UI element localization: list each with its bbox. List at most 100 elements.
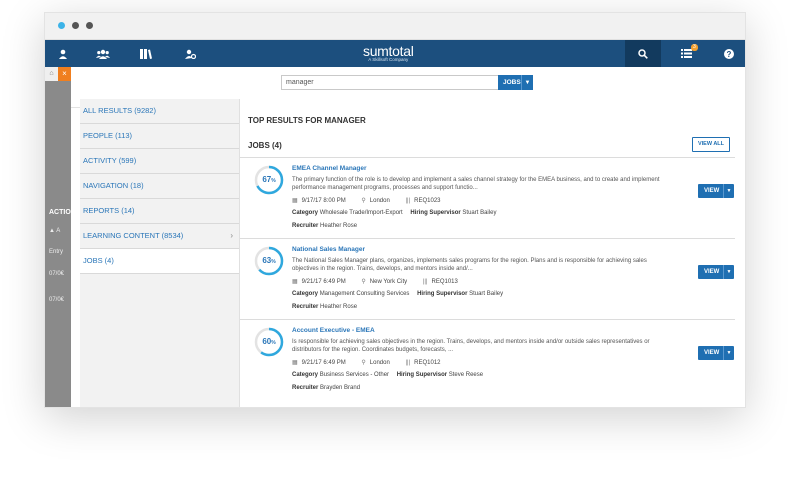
rail-text: ▲ A [49, 228, 61, 234]
rail-text: ACTIO [49, 209, 71, 216]
category-label: Category [292, 291, 319, 297]
calendar-icon: ▦ [292, 198, 298, 204]
caret-down-icon[interactable]: ▼ [723, 346, 734, 360]
window-dot-1[interactable] [58, 22, 65, 29]
job-supervisor: Stuart Bailey [462, 210, 497, 216]
job-location: London [369, 360, 390, 366]
view-button[interactable]: VIEW ▼ [698, 184, 734, 198]
page-title: TOP RESULTS FOR MANAGER [248, 116, 366, 125]
sidebar-item-reports[interactable]: REPORTS (14) [80, 199, 239, 224]
job-location: New York City [369, 279, 408, 285]
view-button-label: VIEW [704, 350, 720, 356]
user-icon[interactable] [48, 40, 78, 67]
chevron-right-icon: › [230, 231, 233, 240]
sidebar-item-jobs[interactable]: JOBS (4) [80, 249, 239, 274]
percent-sign: % [271, 340, 276, 346]
sidebar-item-label: PEOPLE (113) [83, 131, 133, 140]
home-icon[interactable]: ⌂ [45, 67, 58, 81]
view-button-label: VIEW [704, 188, 720, 194]
job-title-link[interactable]: National Sales Manager [292, 246, 365, 253]
sidebar-item-all-results[interactable]: ALL RESULTS (9282) [80, 99, 239, 124]
window-dot-2[interactable] [72, 22, 79, 29]
job-title-link[interactable]: EMEA Channel Manager [292, 165, 367, 172]
match-percent: 63% [253, 245, 285, 277]
supervisor-label: Hiring Supervisor [417, 291, 468, 297]
search-input[interactable]: manager [281, 75, 501, 90]
job-category-line: Category Business Services - Other Hirin… [292, 372, 483, 378]
supervisor-label: Hiring Supervisor [410, 210, 461, 216]
window-dot-3[interactable] [86, 22, 93, 29]
notifications-badge: 3 [691, 44, 698, 51]
location-pin-icon: ⚲ [361, 360, 366, 366]
calendar-icon: ▦ [292, 279, 298, 285]
view-all-button[interactable]: VIEW ALL [692, 137, 730, 152]
logo-subtitle: A Skillsoft Company [368, 57, 409, 62]
left-rail: ⌂ × ACTIO ▲ A Entry 07/0€ 07/0€ [45, 67, 71, 407]
view-button[interactable]: VIEW ▼ [698, 265, 734, 279]
match-ring: 63% [253, 245, 285, 277]
match-percent: 60% [253, 326, 285, 358]
sidebar-item-label: ACTIVITY (599) [83, 156, 137, 165]
job-date: 9/17/17 8:00 PM [301, 198, 346, 204]
calendar-icon: ▦ [292, 360, 298, 366]
sidebar-item-learning-content[interactable]: LEARNING CONTENT (8534) › [80, 224, 239, 249]
top-navbar: sumtotal A Skillsoft Company 3 ? [45, 40, 745, 67]
close-icon[interactable]: × [58, 67, 71, 81]
job-meta: ▦ 9/17/17 8:00 PM ⚲ London ||| REQ1023 [292, 197, 445, 204]
sidebar-item-activity[interactable]: ACTIVITY (599) [80, 149, 239, 174]
caret-down-icon[interactable]: ▼ [521, 75, 533, 90]
job-location: London [369, 198, 390, 204]
job-category: Wholesale Trade/Import-Export [319, 210, 403, 216]
books-icon[interactable] [131, 40, 161, 67]
window-titlebar [45, 13, 745, 40]
help-icon[interactable]: ? [714, 40, 744, 67]
job-category: Business Services - Other [319, 372, 390, 378]
sidebar-item-label: LEARNING CONTENT (8534) [83, 231, 184, 240]
rail-text: 07/0€ [49, 297, 65, 303]
rail-text: 07/0€ [49, 271, 65, 277]
caret-down-icon[interactable]: ▼ [723, 184, 734, 198]
percent-sign: % [271, 259, 276, 265]
job-supervisor: Stuart Bailey [469, 291, 504, 297]
job-recruiter-line: Recruiter Heather Rose [292, 304, 357, 310]
sidebar-item-people[interactable]: PEOPLE (113) [80, 124, 239, 149]
sidebar-item-navigation[interactable]: NAVIGATION (18) [80, 174, 239, 199]
match-ring: 67% [253, 164, 285, 196]
category-label: Category [292, 210, 319, 216]
job-category-line: Category Wholesale Trade/Import-Export H… [292, 210, 496, 216]
search-icon[interactable] [625, 40, 661, 67]
job-req-id: REQ1013 [431, 279, 458, 285]
caret-down-icon[interactable]: ▼ [723, 265, 734, 279]
search-scope-button[interactable]: JOBS ▼ [498, 75, 533, 90]
category-label: Category [292, 372, 319, 378]
results-sidebar: ALL RESULTS (9282) PEOPLE (113) ACTIVITY… [80, 99, 240, 407]
view-button[interactable]: VIEW ▼ [698, 346, 734, 360]
job-description: The National Sales Manager plans, organi… [292, 258, 647, 272]
job-title-link[interactable]: Account Executive - EMEA [292, 327, 375, 334]
user-settings-icon[interactable] [175, 40, 205, 67]
recruiter-label: Recruiter [292, 304, 319, 310]
match-ring: 60% [253, 326, 285, 358]
percent-sign: % [271, 178, 276, 184]
sidebar-item-label: ALL RESULTS (9282) [83, 106, 156, 115]
results-main: TOP RESULTS FOR MANAGER JOBS (4) VIEW AL… [240, 99, 745, 407]
rail-text: Entry [49, 249, 64, 255]
jobs-list: 67% EMEA Channel Manager The primary fun… [240, 157, 735, 400]
match-value: 60 [262, 337, 272, 346]
barcode-icon: ||| [405, 360, 411, 366]
recruiter-label: Recruiter [292, 385, 319, 391]
sidebar-item-label: JOBS (4) [83, 256, 114, 265]
job-recruiter: Brayden Brand [320, 385, 361, 391]
search-scope-label: JOBS [503, 79, 521, 86]
job-recruiter-line: Recruiter Heather Rose [292, 223, 357, 229]
sumtotal-logo: sumtotal A Skillsoft Company [363, 43, 414, 62]
job-date: 9/21/17 6:49 PM [301, 279, 346, 285]
view-button-label: VIEW [704, 269, 720, 275]
job-description: The primary function of the role is to d… [292, 177, 660, 191]
job-description: Is responsible for achieving sales objec… [292, 339, 650, 353]
job-meta: ▦ 9/21/17 6:49 PM ⚲ New York City ||| REQ10… [292, 278, 462, 285]
job-date: 9/21/17 6:49 PM [301, 360, 346, 366]
match-value: 63 [262, 256, 272, 265]
job-recruiter-line: Recruiter Brayden Brand [292, 385, 360, 391]
users-icon[interactable] [88, 40, 118, 67]
